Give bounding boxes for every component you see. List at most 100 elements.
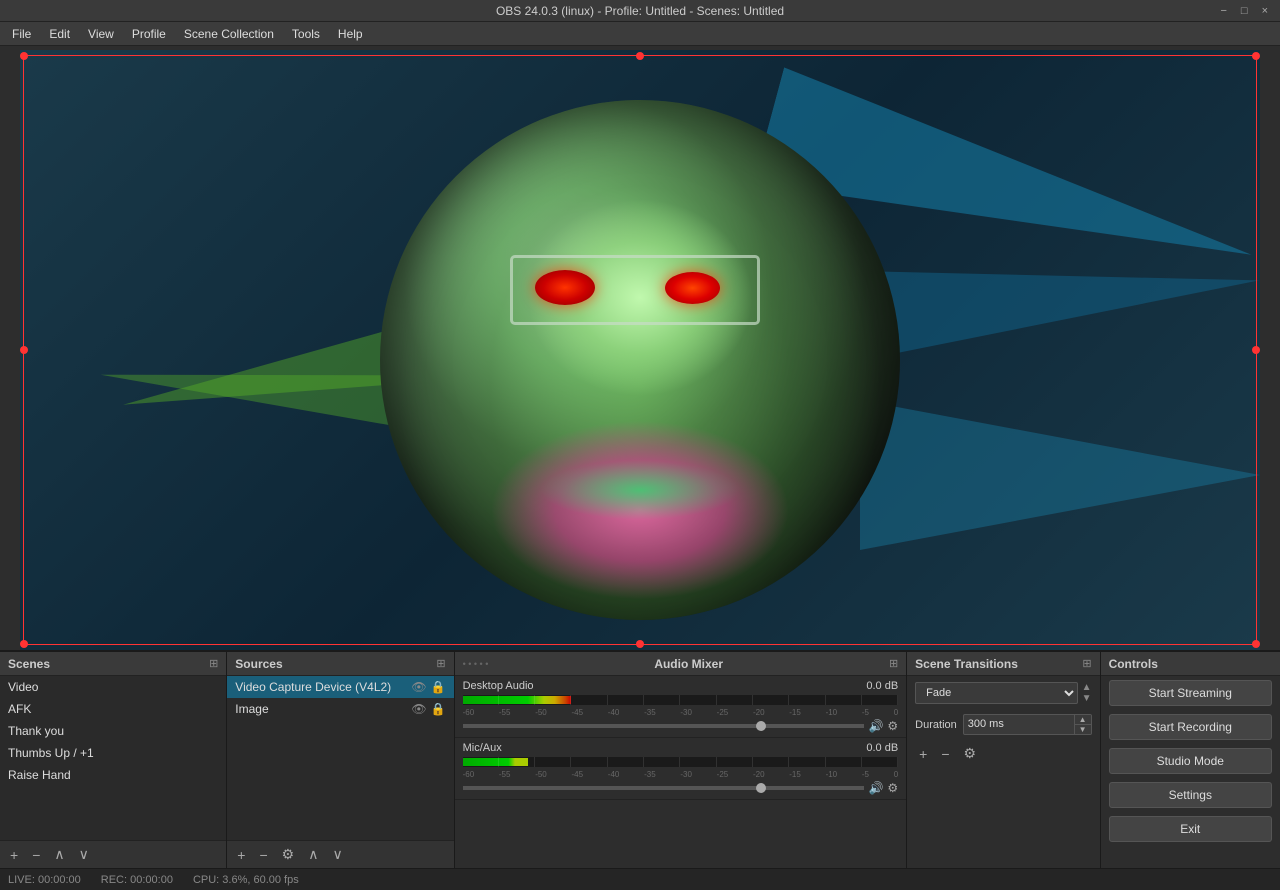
statusbar: LIVE: 00:00:00 REC: 00:00:00 CPU: 3.6%, … — [0, 868, 1280, 890]
transitions-add-button[interactable]: + — [915, 744, 931, 764]
menu-help[interactable]: Help — [330, 25, 371, 43]
menu-scene-collection[interactable]: Scene Collection — [176, 25, 282, 43]
scenes-remove-button[interactable]: − — [28, 845, 44, 865]
start-streaming-button[interactable]: Start Streaming — [1109, 680, 1272, 706]
transitions-title: Scene Transitions — [915, 657, 1018, 671]
preview-container — [20, 50, 1260, 650]
scene-item-raisehand[interactable]: Raise Hand — [0, 764, 226, 786]
controls-panel: Controls Start Streaming Start Recording… — [1101, 652, 1280, 868]
mic-aux-header: Mic/Aux 0.0 dB — [463, 742, 899, 754]
transition-arrows: ▲ ▼ — [1082, 682, 1092, 704]
bottom-panels: Scenes ⊞ Video AFK Thank you Thumbs Up /… — [0, 650, 1280, 868]
transitions-expand-icon[interactable]: ⊞ — [1082, 657, 1091, 670]
mic-mute-icon[interactable]: 🔊 — [868, 781, 883, 795]
desktop-audio-header: Desktop Audio 0.0 dB — [463, 680, 899, 692]
sources-settings-button[interactable]: ⚙ — [278, 844, 299, 865]
sources-panel-header: Sources ⊞ — [227, 652, 453, 676]
handle-tc[interactable] — [636, 52, 644, 60]
window-controls: − □ × — [1216, 5, 1272, 17]
source-item-videocapture[interactable]: Video Capture Device (V4L2) 👁 🔒 — [227, 676, 453, 698]
audio-mixer-title: Audio Mixer — [654, 657, 723, 671]
transition-down-arrow[interactable]: ▼ — [1082, 693, 1092, 704]
handle-ml[interactable] — [20, 346, 28, 354]
menu-profile[interactable]: Profile — [124, 25, 174, 43]
menu-file[interactable]: File — [4, 25, 39, 43]
scene-item-video[interactable]: Video — [0, 676, 226, 698]
mic-settings-icon[interactable]: ⚙ — [887, 781, 898, 795]
scene-item-afk[interactable]: AFK — [0, 698, 226, 720]
desktop-audio-meter — [463, 695, 899, 705]
source-label-videocapture: Video Capture Device (V4L2) — [235, 680, 391, 694]
webcam-preview — [380, 100, 900, 620]
desktop-volume-slider[interactable] — [463, 724, 865, 728]
mic-aux-db: 0.0 dB — [866, 742, 898, 754]
scenes-down-button[interactable]: ∨ — [75, 844, 93, 865]
preview-canvas — [20, 50, 1260, 650]
source-item-image[interactable]: Image 👁 🔒 — [227, 698, 453, 720]
sources-remove-button[interactable]: − — [255, 845, 271, 865]
sources-panel: Sources ⊞ Video Capture Device (V4L2) 👁 … — [227, 652, 454, 868]
sources-add-button[interactable]: + — [233, 845, 249, 865]
live-status: LIVE: 00:00:00 — [8, 874, 81, 886]
desktop-audio-channel: Desktop Audio 0.0 dB -60-55-50 -45-40-35… — [455, 676, 907, 738]
menu-view[interactable]: View — [80, 25, 122, 43]
sources-up-button[interactable]: ∧ — [304, 844, 322, 865]
desktop-meter-labels: -60-55-50 -45-40-35 -30-25-20 -15-10-5 0 — [463, 708, 899, 717]
duration-down-arrow[interactable]: ▼ — [1075, 725, 1091, 734]
scenes-add-button[interactable]: + — [6, 845, 22, 865]
desktop-meter-grid — [463, 695, 899, 705]
glasses — [510, 255, 760, 325]
desktop-audio-label: Desktop Audio — [463, 680, 534, 692]
controls-title: Controls — [1109, 657, 1158, 671]
transition-up-arrow[interactable]: ▲ — [1082, 682, 1092, 693]
mic-aux-meter — [463, 757, 899, 767]
start-recording-button[interactable]: Start Recording — [1109, 714, 1272, 740]
settings-button[interactable]: Settings — [1109, 782, 1272, 808]
source-lock-icon-img[interactable]: 🔒 — [431, 702, 446, 716]
menubar: File Edit View Profile Scene Collection … — [0, 22, 1280, 46]
controls-header: Controls — [1101, 652, 1280, 676]
handle-tr[interactable] — [1252, 52, 1260, 60]
duration-value[interactable]: 300 ms — [964, 715, 1074, 734]
transitions-remove-button[interactable]: − — [937, 744, 953, 764]
transitions-toolbar: + − ⚙ — [907, 739, 1099, 768]
duration-up-arrow[interactable]: ▲ — [1075, 715, 1091, 725]
transitions-settings-button[interactable]: ⚙ — [960, 743, 981, 764]
desktop-audio-db: 0.0 dB — [866, 680, 898, 692]
menu-edit[interactable]: Edit — [41, 25, 78, 43]
mic-aux-label: Mic/Aux — [463, 742, 502, 754]
transition-select[interactable]: Fade — [915, 682, 1077, 704]
studio-mode-button[interactable]: Studio Mode — [1109, 748, 1272, 774]
menu-tools[interactable]: Tools — [284, 25, 328, 43]
scene-item-thankyou[interactable]: Thank you — [0, 720, 226, 742]
scene-item-thumbsup[interactable]: Thumbs Up / +1 — [0, 742, 226, 764]
mic-volume-slider[interactable] — [463, 786, 865, 790]
source-eye-icon[interactable]: 👁 — [411, 680, 426, 694]
source-eye-icon-img[interactable]: 👁 — [411, 702, 426, 716]
source-lock-icon[interactable]: 🔒 — [431, 680, 446, 694]
exit-button[interactable]: Exit — [1109, 816, 1272, 842]
sources-down-button[interactable]: ∨ — [328, 844, 346, 865]
window-title: OBS 24.0.3 (linux) - Profile: Untitled -… — [496, 4, 784, 18]
sources-expand-icon[interactable]: ⊞ — [436, 657, 445, 670]
desktop-settings-icon[interactable]: ⚙ — [887, 719, 898, 733]
scenes-panel-header: Scenes ⊞ — [0, 652, 226, 676]
maximize-button[interactable]: □ — [1237, 5, 1252, 17]
scenes-up-button[interactable]: ∧ — [50, 844, 68, 865]
handle-tl[interactable] — [20, 52, 28, 60]
handle-bl[interactable] — [20, 640, 28, 648]
source-icons-videocapture: 👁 🔒 — [411, 680, 445, 694]
bottom-glow — [540, 460, 740, 520]
desktop-audio-controls: 🔊 ⚙ — [463, 719, 899, 733]
handle-br[interactable] — [1252, 640, 1260, 648]
close-button[interactable]: × — [1258, 5, 1272, 17]
handle-mr[interactable] — [1252, 346, 1260, 354]
rec-status: REC: 00:00:00 — [101, 874, 173, 886]
audio-mixer-panel: • • • • • Audio Mixer ⊞ Desktop Audio 0.… — [455, 652, 908, 868]
minimize-button[interactable]: − — [1216, 5, 1230, 17]
cpu-status: CPU: 3.6%, 60.00 fps — [193, 874, 299, 886]
desktop-mute-icon[interactable]: 🔊 — [868, 719, 883, 733]
audio-mixer-expand-icon[interactable]: ⊞ — [889, 657, 898, 670]
handle-bc[interactable] — [636, 640, 644, 648]
scenes-expand-icon[interactable]: ⊞ — [209, 657, 218, 670]
